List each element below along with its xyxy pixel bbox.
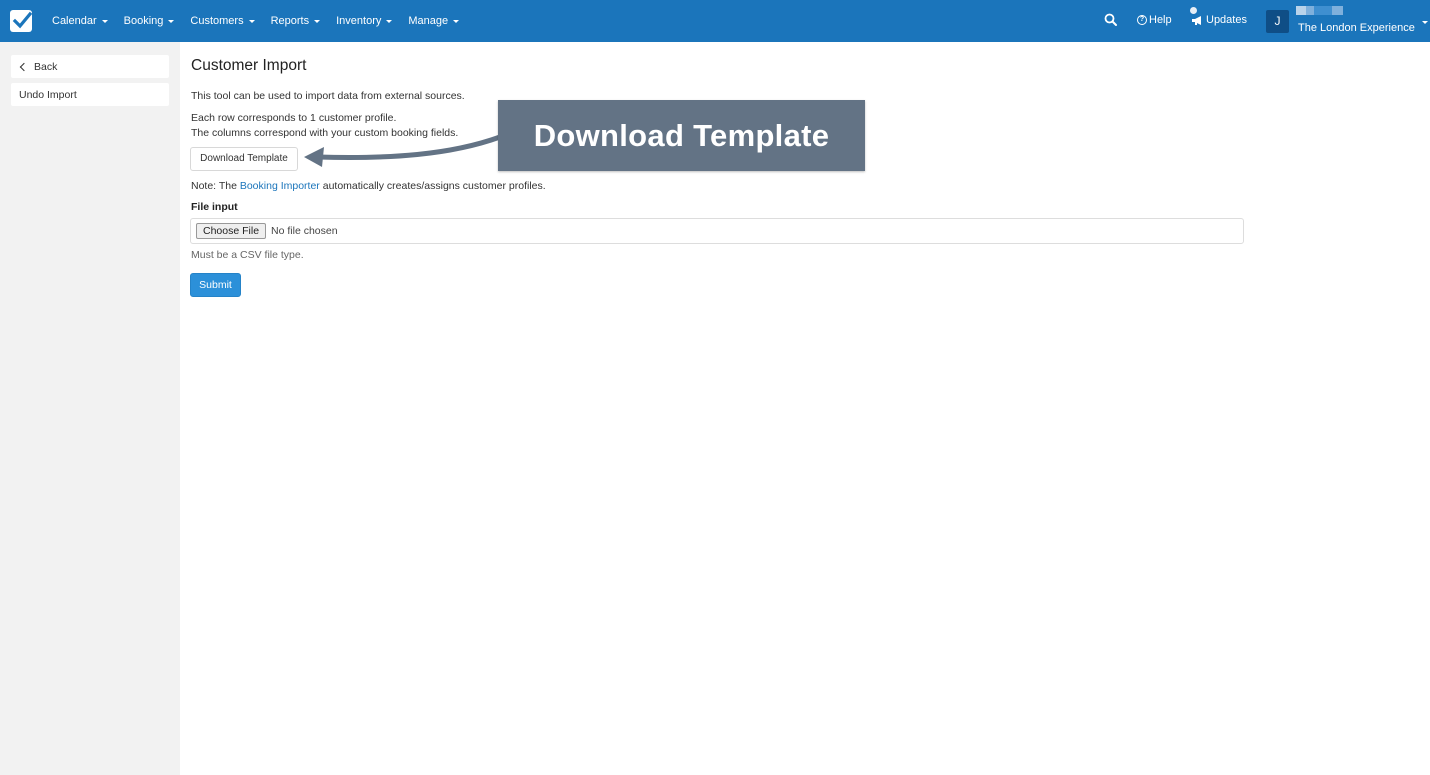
caret-down-icon — [386, 20, 393, 23]
search-icon[interactable] — [1104, 13, 1118, 27]
redacted-username — [1296, 6, 1343, 15]
user-avatar[interactable]: J — [1266, 10, 1289, 33]
nav-booking[interactable]: Booking — [116, 15, 183, 27]
caret-down-icon — [314, 20, 321, 23]
nav-booking-label: Booking — [123, 15, 164, 27]
main-nav: Calendar Booking Customers Reports Inven… — [44, 0, 467, 42]
row-info-text: Each row corresponds to 1 customer profi… — [191, 112, 397, 124]
undo-import-label: Undo Import — [19, 88, 77, 101]
nav-inventory-label: Inventory — [336, 15, 382, 27]
download-template-button[interactable]: Download Template — [190, 147, 298, 171]
help-button[interactable]: ? Help — [1137, 14, 1172, 26]
file-help-text: Must be a CSV file type. — [191, 249, 304, 261]
updates-label: Updates — [1206, 14, 1247, 26]
nav-manage-label: Manage — [408, 15, 449, 27]
download-template-callout: Download Template — [498, 100, 865, 171]
file-input[interactable]: Choose File No file chosen — [190, 218, 1244, 244]
caret-down-icon — [248, 20, 255, 23]
note-suffix: automatically creates/assigns customer p… — [319, 180, 546, 192]
caret-down-icon — [453, 20, 460, 23]
undo-import-button[interactable]: Undo Import — [11, 83, 169, 106]
callout-arrow-icon — [304, 134, 503, 167]
account-caret-down-icon[interactable] — [1422, 21, 1428, 24]
nav-inventory[interactable]: Inventory — [328, 15, 400, 27]
nav-calendar-label: Calendar — [52, 15, 97, 27]
megaphone-icon — [1192, 15, 1201, 25]
question-circle-icon: ? — [1137, 15, 1147, 25]
help-label: Help — [1149, 14, 1172, 26]
app-logo-checkmark-icon[interactable] — [10, 10, 32, 32]
note-prefix: Note: The — [191, 180, 240, 192]
choose-file-button[interactable]: Choose File — [196, 223, 267, 239]
page-title: Customer Import — [191, 57, 307, 74]
nav-reports-label: Reports — [270, 15, 310, 27]
account-name[interactable]: The London Experience — [1298, 22, 1415, 34]
sidebar: Back Undo Import — [0, 42, 180, 775]
intro-text: This tool can be used to import data fro… — [191, 90, 465, 102]
nav-manage[interactable]: Manage — [400, 15, 467, 27]
no-file-text: No file chosen — [271, 225, 338, 237]
booking-importer-link[interactable]: Booking Importer — [240, 180, 320, 192]
submit-button[interactable]: Submit — [190, 273, 241, 297]
chevron-left-icon — [19, 62, 29, 71]
back-label: Back — [34, 60, 58, 73]
file-input-label: File input — [191, 201, 238, 213]
nav-reports[interactable]: Reports — [263, 15, 329, 27]
caret-down-icon — [101, 20, 108, 23]
notification-dot — [1190, 7, 1197, 14]
nav-calendar[interactable]: Calendar — [44, 15, 116, 27]
back-button[interactable]: Back — [11, 55, 169, 78]
top-navbar: Calendar Booking Customers Reports Inven… — [0, 0, 1430, 42]
caret-down-icon — [168, 20, 175, 23]
note-text: Note: The Booking Importer automatically… — [191, 180, 546, 192]
nav-customers-label: Customers — [190, 15, 244, 27]
updates-button[interactable]: Updates — [1191, 14, 1247, 26]
nav-customers[interactable]: Customers — [182, 15, 262, 27]
